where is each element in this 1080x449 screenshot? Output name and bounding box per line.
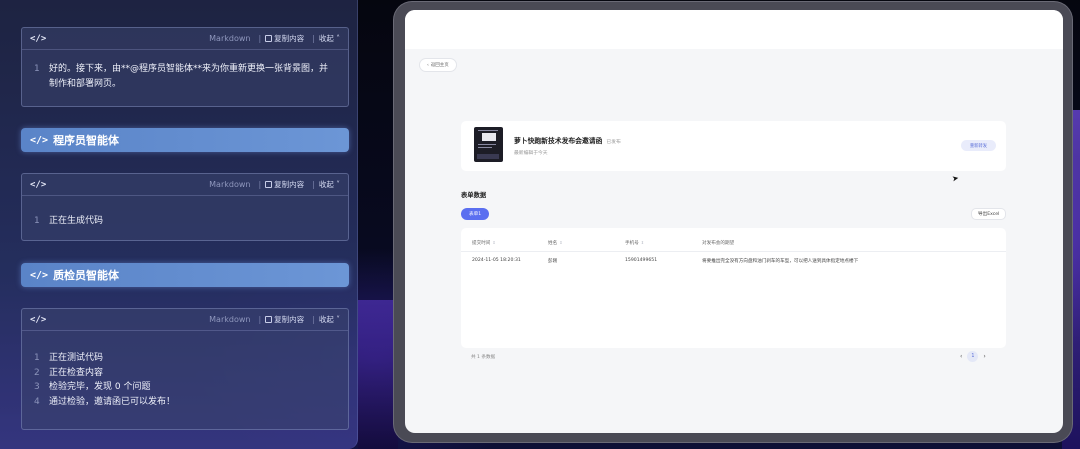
table-header-row: 提交时间 ⇕ 姓名 ⇕ 手机号 ⇕ 对发布会的期望 [461,234,1006,252]
page-top-bar [405,10,1063,49]
agent-header-qa: </> 质检员智能体 [21,263,349,287]
pagination: ‹ 1 › [960,351,986,362]
copy-content-button[interactable]: 复制内容 [265,33,304,44]
code-line: 1 好的。接下来，由**@程序员智能体**来为你重新更换一张背景图，并 [34,64,329,74]
code-line: 1 正在生成代码 [34,216,104,226]
code-block-header: </> Markdown | 复制内容 | 收起 ˅ [22,309,348,331]
chat-panel: </> Markdown | 复制内容 | 收起 ˄ 1 好的。接下来，由**@程… [0,0,358,449]
chevron-up-icon: ˄ [336,34,340,43]
page-1-button[interactable]: 1 [967,351,979,362]
code-line: 制作和部署网页。 [49,78,122,89]
code-line: 3 检验完毕，发现 0 个问题 [34,382,151,392]
code-line: 1 正在测试代码 [34,353,104,363]
cell-phone: 15901499651 [625,258,658,263]
copy-content-button[interactable]: 复制内容 [265,314,304,325]
copy-icon [265,316,273,323]
invitation-poster-thumbnail [474,127,503,162]
chevron-left-icon: ‹ [427,62,429,68]
code-block-body: 1 正在测试代码 2 正在检查内容 3 检验完毕，发现 0 个问题 4 通过检验，邀请函… [22,331,348,417]
event-title: 萝卜快跑新技术发布会邀请函 已发布 [514,137,621,145]
prev-page-button[interactable]: ‹ [960,353,962,360]
code-language-label: Markdown [209,315,251,324]
copy-content-button[interactable]: 复制内容 [265,179,304,190]
sort-icon: ⇕ [492,240,496,245]
collapse-button[interactable]: 收起 ˅ [319,179,340,190]
code-language-label: Markdown [209,34,251,43]
column-header-name[interactable]: 姓名 ⇕ [548,240,563,246]
web-page-preview: ‹ 返回主页 萝卜快跑新技术发布会邀请函 已发布 最新编辑于今天 重新转发 表单数… [405,10,1063,433]
code-language-label: Markdown [209,180,251,189]
status-badge: 已发布 [606,140,621,145]
column-header-phone[interactable]: 手机号 ⇕ [625,240,644,246]
background-stage-light [358,300,398,449]
form-data-table: 提交时间 ⇕ 姓名 ⇕ 手机号 ⇕ 对发布会的期望 2024-11-05 18:20:… [461,228,1006,348]
sort-icon: ⇕ [640,240,645,245]
table-row: 2024-11-05 18:20:31 彭刚 15901499651 将要推出完… [461,252,1006,270]
last-edited-text: 最新编辑于今天 [514,151,548,156]
section-title: 表单数据 [461,192,487,199]
back-to-home-button[interactable]: ‹ 返回主页 [419,58,457,72]
agent-name: 程序员智能体 [53,134,120,147]
code-block-body: 1 正在生成代码 [22,196,348,237]
column-header-submit-time[interactable]: 提交时间 ⇕ [472,240,496,246]
code-icon: </> [30,134,49,146]
code-line: 2 正在检查内容 [34,367,104,378]
chevron-down-icon: ˅ [336,180,340,189]
collapse-button[interactable]: 收起 ˅ [319,314,340,325]
column-header-expectation: 对发布会的期望 [702,241,735,246]
code-block-header: </> Markdown | 复制内容 | 收起 ˄ [22,28,348,50]
total-count-text: 共 1 条数据 [471,355,496,360]
export-excel-button[interactable]: 导出Excel [971,208,1007,220]
chevron-down-icon: ˅ [336,315,340,324]
code-icon: </> [30,269,49,281]
event-card: 萝卜快跑新技术发布会邀请函 已发布 最新编辑于今天 重新转发 [461,121,1006,171]
sort-icon: ⇕ [559,240,563,245]
agent-header-programmer: </> 程序员智能体 [21,128,349,152]
code-block-body: 1 好的。接下来，由**@程序员智能体**来为你重新更换一张背景图，并 制作和部署… [22,50,348,99]
code-block-3: </> Markdown | 复制内容 | 收起 ˅ 1 正在测试代码 2 正在检查… [21,308,349,430]
code-icon: </> [30,314,47,325]
cell-submit-time: 2024-11-05 18:20:31 [472,258,521,263]
repost-button[interactable]: 重新转发 [960,140,996,151]
code-block-header: </> Markdown | 复制内容 | 收起 ˅ [22,174,348,196]
cell-expectation: 将要推出完全没有方向盘和油门刹车的车型，可以把人送到具体指定地点楼下 [702,259,859,264]
collapse-button[interactable]: 收起 ˄ [319,33,340,44]
next-page-button[interactable]: › [983,353,985,360]
code-icon: </> [30,33,47,44]
agent-name: 质检员智能体 [53,269,120,282]
code-block-2: </> Markdown | 复制内容 | 收起 ˅ 1 正在生成代码 [21,173,349,241]
mouse-cursor-icon: ➤ [951,173,960,184]
code-icon: </> [30,179,47,190]
copy-icon [265,35,273,42]
cell-name: 彭刚 [548,259,558,264]
code-block-1: </> Markdown | 复制内容 | 收起 ˄ 1 好的。接下来，由**@程… [21,27,349,107]
code-line: 4 通过检验，邀请函已可以发布！ [34,396,176,407]
copy-icon [265,181,273,188]
tab-form-1[interactable]: 表单1 [461,208,490,220]
